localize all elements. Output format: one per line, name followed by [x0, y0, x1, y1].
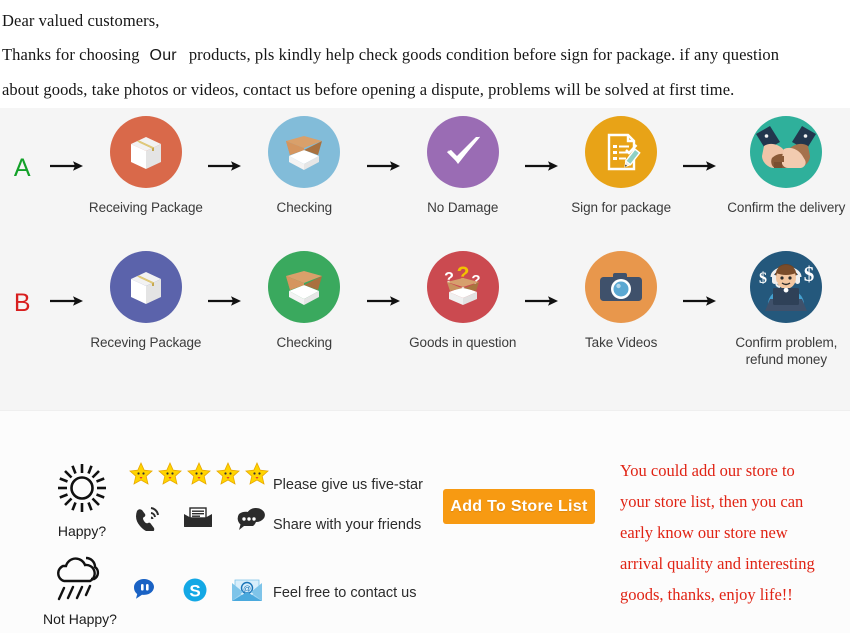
arrow-right-icon	[678, 116, 722, 174]
flow-step-label: Take Videos	[585, 335, 658, 350]
arrow-right-icon	[203, 251, 247, 309]
intro-line-3: about goods, take photos or videos, cont…	[2, 80, 735, 99]
svg-text:$: $	[759, 270, 767, 287]
sun-icon	[34, 460, 130, 521]
flow-step-label: Receving Package	[90, 335, 202, 350]
star-icon[interactable]	[215, 461, 241, 492]
arrow-right-icon	[678, 251, 722, 309]
mood-happy: Happy?	[34, 460, 130, 539]
flow-step-no-damage: No Damage	[406, 116, 520, 216]
row-letter-b: B	[13, 289, 31, 317]
promo-line: arrival quality and interesting	[620, 554, 815, 573]
promo-text: You could add our store to your store li…	[620, 455, 845, 610]
intro-paragraph: Dear valued customers, Thanks for choosi…	[0, 0, 850, 108]
flow-step-receiving-package-b: Receving Package	[89, 251, 203, 351]
row-letter-a: A	[13, 154, 31, 182]
intro-line-2-after: products, pls kindly help check goods co…	[188, 45, 780, 64]
arrow-right-icon	[361, 251, 405, 309]
flow-step-label: Goods in question	[409, 335, 517, 350]
star-icon[interactable]	[157, 461, 183, 492]
flow-step-sign-for-package: Sign for package	[564, 116, 678, 216]
star-icon[interactable]	[244, 461, 270, 492]
flow-step-confirm-problem: $ $ Confirm problem, refund money	[723, 251, 850, 368]
signed-document-icon	[585, 116, 658, 188]
arrow-right-icon	[520, 116, 564, 174]
svg-text:$: $	[804, 262, 815, 286]
flow-step-checking-a: Checking	[247, 116, 361, 216]
envelope-icon[interactable]	[182, 505, 214, 536]
promo-banner: Dear valued customers, Thanks for choosi…	[0, 0, 850, 633]
mood-not-happy-label: Not Happy?	[43, 611, 117, 627]
svg-text:S: S	[189, 582, 200, 601]
open-box-icon	[268, 116, 341, 188]
aliwangwang-icon[interactable]	[130, 577, 160, 608]
arrow-right-icon	[44, 251, 88, 309]
promo-line: goods, thanks, enjoy life!!	[620, 585, 793, 604]
closed-box-icon	[109, 251, 182, 323]
closed-box-icon	[109, 116, 182, 188]
flow-step-goods-in-question: ? ? ? Goods in question	[406, 251, 520, 351]
intro-line-2: Thanks for choosing Our products, pls kind…	[2, 38, 850, 73]
mood-not-happy: Not Happy?	[32, 552, 128, 627]
intro-line-2-before: Thanks for choosing	[2, 45, 140, 64]
contact-icons-row-2: S @	[130, 576, 264, 609]
flow-step-label: Receiving Package	[88, 200, 203, 215]
flow-step-label: Confirm problem, refund money	[735, 335, 838, 367]
flow-step-confirm-delivery: Confirm the delivery	[723, 116, 850, 216]
email-at-icon[interactable]: @	[230, 576, 264, 609]
add-to-store-list-button[interactable]: Add To Store List	[443, 489, 595, 524]
flow-step-label: Checking	[276, 200, 333, 215]
note-share: Share with your friends	[273, 517, 422, 533]
skype-icon[interactable]: S	[181, 577, 209, 608]
star-rating[interactable]	[128, 461, 270, 492]
question-box-icon: ? ? ?	[426, 251, 499, 323]
flow-step-checking-b: Checking	[247, 251, 361, 351]
intro-line-1: Dear valued customers,	[2, 11, 160, 30]
contact-icons-row-1	[133, 505, 267, 536]
flow-step-receiving-package-a: Receiving Package	[89, 116, 203, 216]
star-icon[interactable]	[186, 461, 212, 492]
arrow-right-icon	[361, 116, 405, 174]
checkmark-icon	[426, 116, 499, 188]
star-icon[interactable]	[128, 461, 154, 492]
flow-row-a: A Receiving Package Checking No Damage S…	[0, 116, 850, 256]
arrow-right-icon	[44, 116, 88, 174]
process-flow-area: A Receiving Package Checking No Damage S…	[0, 108, 850, 410]
chat-bubble-icon[interactable]	[235, 505, 267, 536]
promo-line: your store list, then you can	[620, 492, 804, 511]
flow-step-label: No Damage	[427, 200, 499, 215]
promo-line: early know our store new	[620, 523, 788, 542]
handshake-icon	[750, 116, 823, 188]
note-contact: Feel free to contact us	[273, 585, 417, 601]
note-five-star: Please give us five-star	[273, 477, 423, 493]
open-box-icon	[268, 251, 341, 323]
rain-cloud-icon	[32, 552, 128, 609]
flow-row-b: B Receving Package Checking ? ? ? Goods …	[0, 251, 850, 391]
flow-step-label: Sign for package	[571, 200, 671, 215]
flow-step-label: Confirm the delivery	[727, 200, 846, 215]
mood-happy-label: Happy?	[57, 523, 107, 539]
arrow-right-icon	[520, 251, 564, 309]
arrow-right-icon	[203, 116, 247, 174]
support-agent-icon: $ $	[750, 251, 823, 323]
flow-step-label: Checking	[276, 335, 333, 350]
promo-line: You could add our store to	[620, 461, 795, 480]
flow-step-take-videos: Take Videos	[564, 251, 678, 351]
phone-icon[interactable]	[133, 505, 161, 536]
camera-icon	[585, 251, 658, 323]
brand-word: Our	[149, 47, 177, 64]
